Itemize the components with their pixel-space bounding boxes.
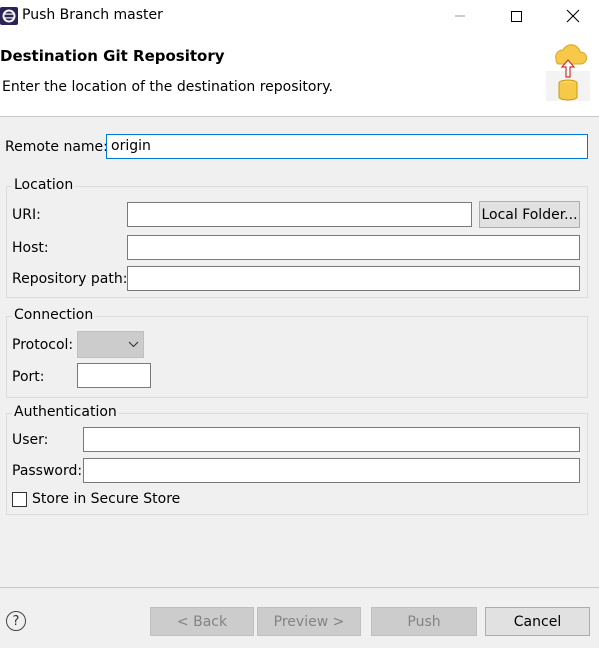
user-input[interactable] xyxy=(83,427,580,452)
footer-separator xyxy=(0,587,599,588)
close-button[interactable] xyxy=(550,0,596,32)
protocol-select[interactable] xyxy=(77,331,144,358)
maximize-button[interactable] xyxy=(493,0,539,32)
repository-path-input[interactable] xyxy=(127,266,580,291)
wizard-header: Destination Git Repository Enter the loc… xyxy=(0,32,599,117)
remote-name-input[interactable]: origin xyxy=(106,134,588,159)
cancel-button[interactable]: Cancel xyxy=(485,607,590,636)
store-secure-checkbox[interactable] xyxy=(12,492,27,507)
user-label: User: xyxy=(12,432,49,448)
port-input[interactable] xyxy=(77,363,151,388)
protocol-label: Protocol: xyxy=(12,337,74,353)
close-icon xyxy=(566,9,580,23)
window-title: Push Branch master xyxy=(22,7,163,23)
host-input[interactable] xyxy=(127,235,580,260)
push-button[interactable]: Push xyxy=(371,607,477,636)
minimize-button[interactable] xyxy=(437,0,483,32)
remote-name-label: Remote name: xyxy=(5,139,108,155)
authentication-legend: Authentication xyxy=(12,404,119,420)
connection-legend: Connection xyxy=(12,307,96,323)
preview-button[interactable]: Preview > xyxy=(257,607,361,636)
maximize-icon xyxy=(511,11,522,22)
location-legend: Location xyxy=(12,177,76,193)
page-title: Destination Git Repository xyxy=(0,47,225,65)
repository-path-label: Repository path: xyxy=(12,271,128,287)
page-description: Enter the location of the destination re… xyxy=(2,79,333,95)
store-secure-label: Store in Secure Store xyxy=(32,491,181,507)
uri-input[interactable] xyxy=(127,202,472,227)
push-to-cloud-icon xyxy=(546,44,590,101)
back-button[interactable]: < Back xyxy=(150,607,254,636)
help-icon[interactable]: ? xyxy=(6,611,26,631)
port-label: Port: xyxy=(12,369,45,385)
uri-label: URI: xyxy=(12,207,41,223)
local-folder-button[interactable]: Local Folder... xyxy=(479,201,580,228)
chevron-down-icon xyxy=(128,341,139,348)
remote-name-value: origin xyxy=(111,138,151,154)
password-input[interactable] xyxy=(83,458,580,483)
host-label: Host: xyxy=(12,240,49,256)
eclipse-app-icon xyxy=(0,7,18,25)
password-label: Password: xyxy=(12,463,83,479)
minimize-icon xyxy=(455,15,465,17)
